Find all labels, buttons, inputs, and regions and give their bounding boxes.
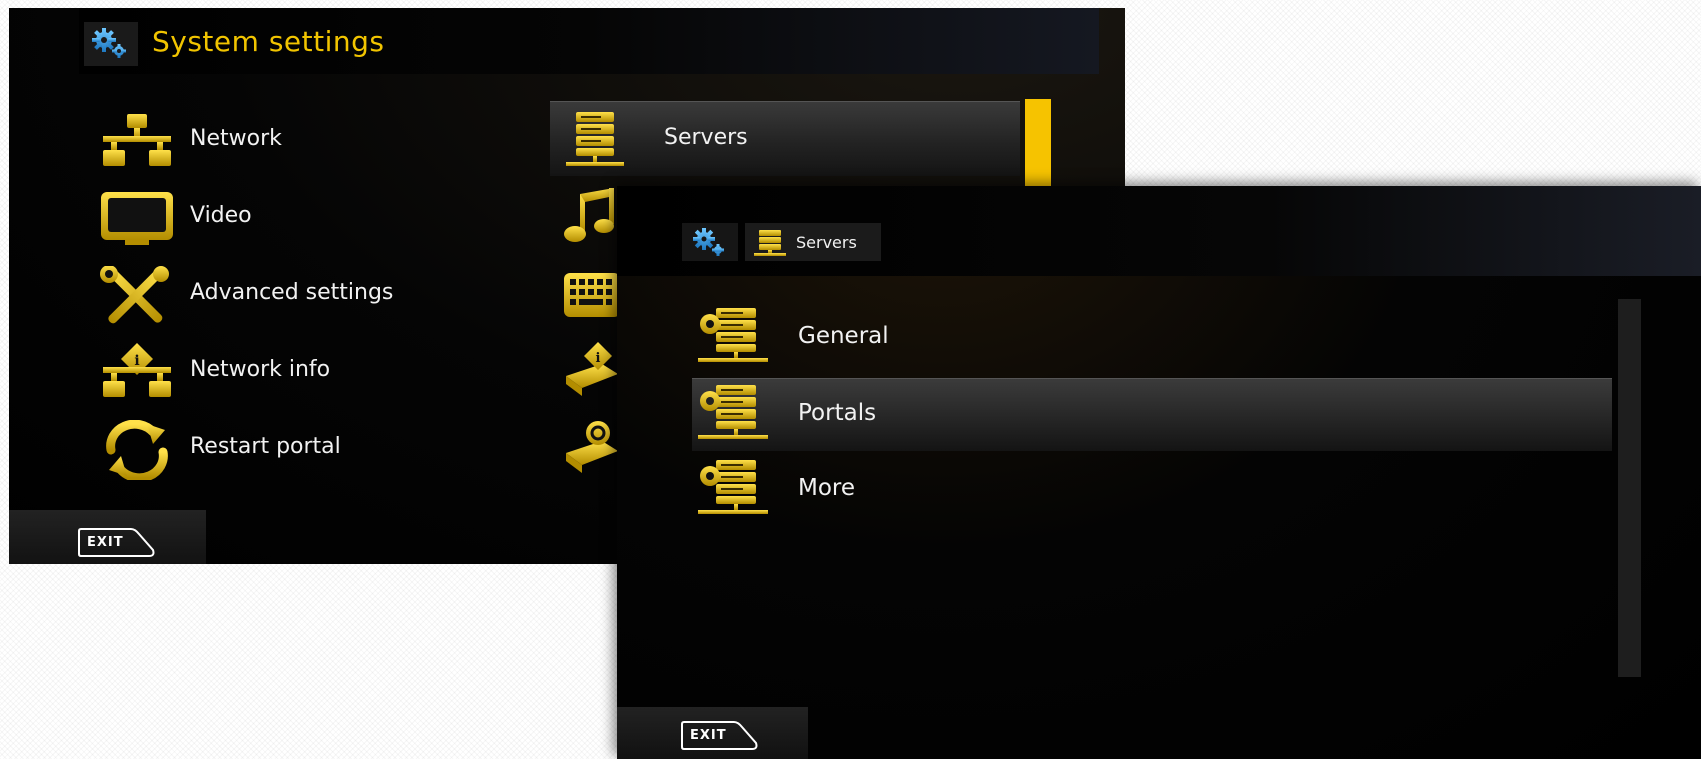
menu-item-label: Video xyxy=(190,203,252,228)
server-icon xyxy=(753,229,787,257)
device-info-icon[interactable]: i xyxy=(562,342,622,402)
svg-text:i: i xyxy=(596,351,601,366)
keyboard-icon[interactable] xyxy=(562,265,622,325)
restart-icon xyxy=(97,419,177,483)
network-info-icon: i xyxy=(97,343,177,403)
server-icon xyxy=(564,110,634,170)
list-item-more[interactable]: More xyxy=(692,454,1612,526)
tv-icon xyxy=(97,189,177,249)
exit-label: EXIT xyxy=(87,535,124,550)
menu-item-network[interactable]: Network xyxy=(97,112,457,174)
list-item-label: More xyxy=(798,475,856,501)
list-item-label: General xyxy=(798,323,889,349)
list-item-portals[interactable]: Portals xyxy=(692,378,1612,451)
svg-text:i: i xyxy=(134,353,139,369)
scrollbar-track[interactable] xyxy=(1618,299,1641,677)
exit-button[interactable]: EXIT xyxy=(77,528,155,558)
menu-item-label: Servers xyxy=(664,125,748,150)
servers-screen: Servers General Portals More EXIT xyxy=(617,186,1701,759)
music-icon[interactable] xyxy=(562,188,622,248)
gear-icon xyxy=(84,22,138,66)
menu-item-advanced-settings[interactable]: Advanced settings xyxy=(97,265,457,328)
menu-item-label: Network xyxy=(190,126,282,151)
list-item-label: Portals xyxy=(798,400,877,426)
page-title: System settings xyxy=(152,25,385,58)
gear-icon xyxy=(682,228,738,265)
network-icon xyxy=(97,112,177,172)
menu-item-servers[interactable]: Servers xyxy=(550,101,1020,176)
breadcrumb-home[interactable] xyxy=(682,223,738,261)
menu-item-label: Network info xyxy=(190,357,331,382)
server-gear-icon xyxy=(694,458,770,520)
menu-item-video[interactable]: Video xyxy=(97,189,457,251)
menu-item-label: Restart portal xyxy=(190,434,341,459)
server-gear-icon xyxy=(694,383,770,445)
exit-bar: EXIT xyxy=(617,707,808,759)
menu-item-restart-portal[interactable]: Restart portal xyxy=(97,419,457,483)
list-item-general[interactable]: General xyxy=(692,302,1612,374)
scrollbar-thumb[interactable] xyxy=(1025,99,1051,199)
exit-button[interactable]: EXIT xyxy=(680,721,758,751)
breadcrumb-servers[interactable]: Servers xyxy=(745,223,881,261)
device-restart-icon[interactable] xyxy=(562,419,622,479)
exit-label: EXIT xyxy=(690,728,727,743)
server-gear-icon xyxy=(694,306,770,368)
menu-item-label: Advanced settings xyxy=(190,280,394,305)
menu-item-network-info[interactable]: i Network info xyxy=(97,343,457,405)
tools-icon xyxy=(97,265,177,326)
breadcrumb-label: Servers xyxy=(796,233,857,252)
exit-bar: EXIT xyxy=(9,510,206,564)
